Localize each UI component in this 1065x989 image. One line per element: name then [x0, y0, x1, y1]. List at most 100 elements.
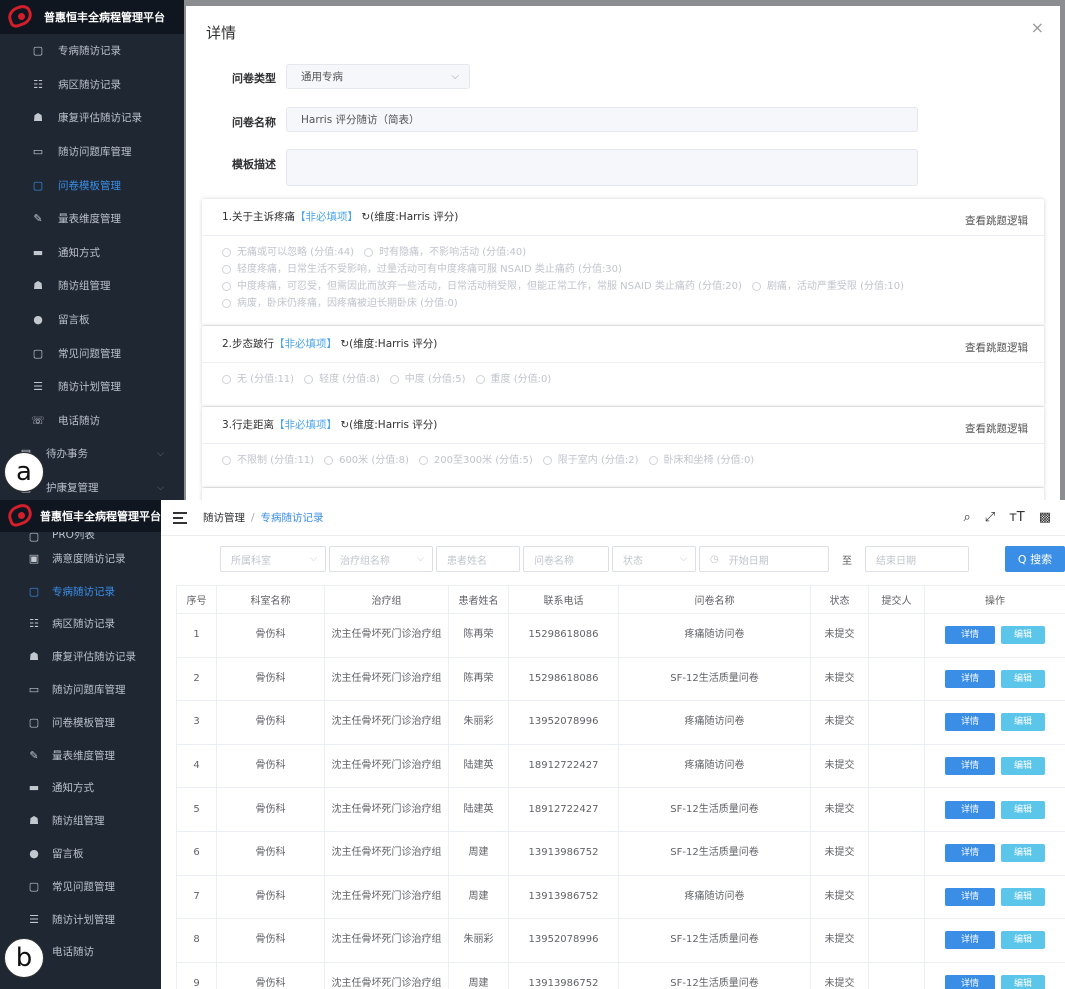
- sidebar-item[interactable]: ▢ 问卷模板管理: [0, 168, 184, 202]
- radio-option[interactable]: 200至300米 (分值:5): [418, 453, 533, 468]
- sidebar-item[interactable]: ☗ 康复评估随访记录: [0, 101, 184, 135]
- option-label: 卧床和坐椅 (分值:0): [663, 455, 755, 466]
- detail-dialog: 详情 × 问卷类型 通用专病 ⌵ 问卷名称 Harris 评分随访（简表） 模板…: [186, 6, 1060, 500]
- template-desc-textarea[interactable]: [286, 149, 918, 186]
- sidebar-item[interactable]: ▣ 满意度随访记录: [0, 542, 161, 575]
- radio-option[interactable]: 剧痛，活动严重受限 (分值:10): [751, 279, 904, 294]
- detail-button[interactable]: 详情: [945, 669, 995, 688]
- sidebar-item[interactable]: ☗ 康复评估随访记录: [0, 640, 161, 673]
- detail-button[interactable]: 详情: [945, 887, 995, 906]
- table-cell: 周建: [448, 961, 509, 989]
- radio-option[interactable]: 重度 (分值:0): [475, 372, 551, 387]
- view-jump-logic-link[interactable]: 查看跳题逻辑: [965, 421, 1028, 436]
- radio-option[interactable]: 时有隐痛，不影响活动 (分值:40): [364, 245, 526, 260]
- sidebar-item[interactable]: ▢ 问卷模板管理: [0, 706, 161, 739]
- sidebar-item[interactable]: ▢ 专病随访记录: [0, 34, 184, 68]
- detail-button[interactable]: 详情: [945, 757, 995, 776]
- sidebar-item[interactable]: ▢ 常见问题管理: [0, 870, 161, 903]
- sidebar-item-label: 康复评估随访记录: [52, 651, 136, 664]
- option-row: 不限制 (分值:11) 600米 (分值:8) 200至300米 (分值:5) 限于室…: [222, 453, 1024, 470]
- edit-button[interactable]: 编辑: [1001, 626, 1045, 645]
- sidebar-item[interactable]: ☗ 随访组管理: [0, 804, 161, 837]
- option-row: 轻度疼痛，日常生活不受影响，过量活动可有中度疼痛可服 NSAID 类止痛药 (分…: [222, 262, 1024, 279]
- fullscreen-icon[interactable]: ⤢: [985, 510, 995, 525]
- filter-field[interactable]: 至: [832, 546, 862, 572]
- menu-toggle-icon[interactable]: [173, 511, 187, 524]
- dialog-title: 详情: [206, 24, 237, 42]
- edit-button[interactable]: 编辑: [1001, 669, 1045, 688]
- font-size-icon[interactable]: ᴛT: [1009, 510, 1025, 525]
- detail-button[interactable]: 详情: [945, 931, 995, 950]
- question-title: 3.行走距离【非必填项】 ↻(维度:Harris 评分): [222, 417, 437, 432]
- edit-button[interactable]: 编辑: [1001, 844, 1045, 863]
- radio-option[interactable]: 卧床和坐椅 (分值:0): [648, 453, 755, 468]
- actions-cell: 详情 编辑: [924, 743, 1065, 789]
- filter-field[interactable]: 患者姓名: [436, 546, 520, 572]
- radio-option[interactable]: 600米 (分值:8): [324, 453, 409, 468]
- filter-field[interactable]: 状态 ⌵: [612, 546, 696, 572]
- detail-button[interactable]: 详情: [945, 626, 995, 645]
- option-row: 病废，卧床仍疼痛，因疼痛被迫长期卧床 (分值:0): [222, 296, 1024, 313]
- edit-button[interactable]: 编辑: [1001, 713, 1045, 732]
- question-text: 2.步态跛行: [222, 338, 275, 350]
- view-jump-logic-link[interactable]: 查看跳题逻辑: [965, 213, 1028, 228]
- sidebar-item[interactable]: ● 留言板: [0, 303, 184, 337]
- chat-icon: ●: [29, 847, 39, 861]
- start-date-field[interactable]: ◷ 开始日期: [699, 546, 829, 572]
- detail-button[interactable]: 详情: [945, 844, 995, 863]
- edit-button[interactable]: 编辑: [1001, 757, 1045, 776]
- detail-button[interactable]: 详情: [945, 975, 995, 989]
- table-cell: [868, 700, 925, 745]
- sidebar-item[interactable]: ▬ 通知方式: [0, 236, 184, 270]
- sidebar-item[interactable]: ▢ 常见问题管理: [0, 336, 184, 370]
- sidebar-item[interactable]: ✎ 量表维度管理: [0, 739, 161, 772]
- edit-button[interactable]: 编辑: [1001, 800, 1045, 819]
- radio-option[interactable]: 中度 (分值:5): [389, 372, 466, 387]
- edit-button[interactable]: 编辑: [1001, 975, 1045, 989]
- sidebar-item[interactable]: ● 留言板: [0, 837, 161, 870]
- sidebar-item[interactable]: ☷ 病区随访记录: [0, 608, 161, 641]
- sidebar-item-label: 病区随访记录: [58, 78, 121, 91]
- radio-option[interactable]: 无痛或可以忽略 (分值:44): [222, 245, 354, 260]
- filter-field[interactable]: 治疗组名称 ⌵: [329, 546, 433, 572]
- close-icon[interactable]: ×: [1031, 18, 1044, 37]
- sidebar-item[interactable]: ☏ 电话随访: [0, 404, 184, 438]
- sidebar-item[interactable]: ☰ 随访计划管理: [0, 903, 161, 936]
- detail-button[interactable]: 详情: [945, 713, 995, 732]
- radio-option[interactable]: 无 (分值:11): [222, 372, 294, 387]
- logo-icon: [5, 2, 36, 30]
- questionnaire-name-input[interactable]: Harris 评分随访（简表）: [286, 107, 918, 132]
- search-button[interactable]: Q 搜索: [1005, 546, 1065, 572]
- radio-option[interactable]: 病废，卧床仍疼痛，因疼痛被迫长期卧床 (分值:0): [222, 296, 458, 311]
- sidebar-item[interactable]: ☷ 病区随访记录: [0, 68, 184, 102]
- search-icon[interactable]: ⌕: [964, 510, 971, 525]
- end-date-field[interactable]: 结束日期: [865, 546, 969, 572]
- radio-option[interactable]: 中度疼痛，可忍受，但需因此而放弃一些活动，日常活动稍受限，但能正常工作，常服 N…: [222, 279, 742, 294]
- edit-button[interactable]: 编辑: [1001, 887, 1045, 906]
- sidebar-item[interactable]: ✎ 量表维度管理: [0, 202, 184, 236]
- sidebar-item[interactable]: ▭ 随访问题库管理: [0, 673, 161, 706]
- detail-button[interactable]: 详情: [945, 800, 995, 819]
- sidebar-item[interactable]: ▢ 专病随访记录: [0, 575, 161, 608]
- radio-option[interactable]: 限于室内 (分值:2): [542, 453, 639, 468]
- filter-field[interactable]: 所属科室 ⌵: [220, 546, 326, 572]
- radio-option[interactable]: 不限制 (分值:11): [222, 453, 314, 468]
- radio-option[interactable]: 轻度 (分值:8): [304, 372, 380, 387]
- sidebar-item[interactable]: ▭ 随访问题库管理: [0, 135, 184, 169]
- filter-field[interactable]: 问卷名称: [523, 546, 609, 572]
- question-card: 1.关于主诉疼痛【非必填项】 ↻(维度:Harris 评分) 查看跳题逻辑 无痛或可…: [202, 199, 1044, 325]
- sidebar-item[interactable]: ▢ PRO列表: [0, 532, 161, 542]
- radio-option[interactable]: 轻度疼痛，日常生活不受影响，过量活动可有中度疼痛可服 NSAID 类止痛药 (分…: [222, 262, 622, 277]
- image-icon[interactable]: ▩: [1039, 510, 1051, 525]
- questionnaire-type-select[interactable]: 通用专病 ⌵: [286, 64, 470, 89]
- sidebar-item[interactable]: ☗ 随访组管理: [0, 269, 184, 303]
- edit-button[interactable]: 编辑: [1001, 931, 1045, 950]
- breadcrumb-item[interactable]: 随访管理: [203, 512, 245, 524]
- view-jump-logic-link[interactable]: 查看跳题逻辑: [965, 340, 1028, 355]
- sidebar-item[interactable]: ▬ 通知方式: [0, 772, 161, 805]
- table-cell: [868, 743, 925, 789]
- chevron-down-icon: ⌵: [310, 554, 317, 564]
- sidebar-item[interactable]: ☰ 随访计划管理: [0, 370, 184, 404]
- user-icon: ☗: [29, 650, 39, 664]
- table-row: 2 骨伤科 沈主任骨坏死门诊治疗组 陈再荣 15298618086 SF-12生活质量问卷…: [176, 656, 1065, 702]
